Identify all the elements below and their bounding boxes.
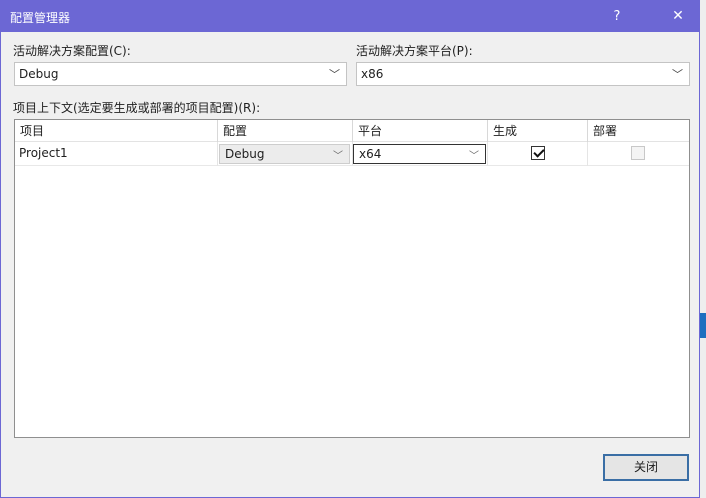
project-configuration-value: Debug xyxy=(225,147,265,161)
deploy-cell xyxy=(588,142,689,166)
chevron-down-icon: ﹀ xyxy=(329,68,340,81)
background-accent xyxy=(700,313,706,338)
project-platform-combo[interactable]: x64 ﹀ xyxy=(353,144,486,164)
configuration-manager-dialog: 配置管理器 ? ✕ 活动解决方案配置(C): Debug ﹀ 活动解决方案平台(… xyxy=(0,0,700,498)
column-header-project: 项目 xyxy=(15,120,218,142)
solution-config-value: Debug xyxy=(19,67,59,81)
deploy-checkbox[interactable] xyxy=(631,146,645,160)
project-platform-value: x64 xyxy=(359,147,382,161)
window-title: 配置管理器 xyxy=(10,11,71,25)
column-header-platform: 平台 xyxy=(353,120,488,142)
column-header-deploy: 部署 xyxy=(593,124,618,138)
project-cell: Project1 xyxy=(15,142,218,166)
project-name: Project1 xyxy=(19,146,68,160)
table-row: Project1 Debug ﹀ x64 ﹀ xyxy=(15,142,689,166)
grid-header: 项目 配置 平台 生成 部署 xyxy=(15,120,689,142)
chevron-down-icon: ﹀ xyxy=(672,68,683,81)
solution-platform-value: x86 xyxy=(361,67,384,81)
title-bar: 配置管理器 ? ✕ xyxy=(1,1,699,32)
solution-config-combo[interactable]: Debug ﹀ xyxy=(14,62,347,86)
configuration-cell: Debug ﹀ xyxy=(218,142,353,166)
solution-platform-combo[interactable]: x86 ﹀ xyxy=(356,62,690,86)
platform-cell: x64 ﹀ xyxy=(353,142,488,166)
chevron-down-icon: ﹀ xyxy=(469,151,479,162)
column-header-build: 生成 xyxy=(488,120,588,142)
help-button[interactable]: ? xyxy=(597,1,637,32)
build-checkbox[interactable] xyxy=(531,146,545,160)
project-context-label: 项目上下文(选定要生成或部署的项目配置)(R): xyxy=(13,101,261,115)
solution-config-label: 活动解决方案配置(C): xyxy=(13,44,131,58)
project-configuration-combo[interactable]: Debug ﹀ xyxy=(219,144,350,164)
project-context-grid: 项目 配置 平台 生成 部署 Project1 Debug ﹀ x64 ﹀ xyxy=(14,119,690,438)
solution-platform-label: 活动解决方案平台(P): xyxy=(356,44,473,58)
chevron-down-icon: ﹀ xyxy=(333,151,343,162)
column-header-configuration: 配置 xyxy=(218,120,353,142)
close-button[interactable]: 关闭 xyxy=(603,454,689,481)
background-window-edge xyxy=(700,0,706,498)
close-window-button[interactable]: ✕ xyxy=(657,1,699,32)
build-cell xyxy=(488,142,588,166)
